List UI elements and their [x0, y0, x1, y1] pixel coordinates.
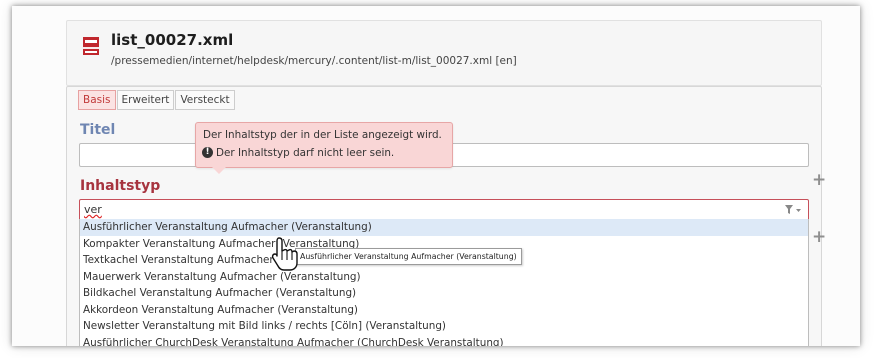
tab-versteckt[interactable]: Versteckt: [175, 90, 235, 110]
file-xml-icon: [83, 37, 99, 55]
inhaltstyp-select[interactable]: ver: [79, 199, 809, 221]
inhaltstyp-label: Inhaltstyp: [80, 178, 161, 194]
inhaltstyp-dropdown-list: Ausführlicher Veranstaltung Aufmacher (V…: [79, 219, 809, 346]
add-field-icon-2[interactable]: +: [812, 227, 826, 247]
option-hover-tooltip: Ausführlicher Veranstaltung Aufmacher (V…: [295, 248, 522, 265]
titel-label: Titel: [80, 122, 116, 138]
add-field-icon[interactable]: +: [812, 170, 826, 190]
tab-erweitert[interactable]: Erweitert: [116, 90, 175, 110]
validation-tooltip: Der Inhaltstyp der in der Liste angezeig…: [195, 122, 453, 174]
dropdown-option[interactable]: Newsletter Veranstaltung mit Bild links …: [80, 318, 808, 335]
help-text: Der Inhaltstyp der in der Liste angezeig…: [203, 129, 442, 141]
error-icon: !: [202, 147, 213, 158]
dropdown-option[interactable]: Mauerwerk Veranstaltung Aufmacher (Veran…: [80, 269, 808, 286]
file-header: list_00027.xml /pressemedien/internet/he…: [66, 20, 822, 86]
hand-pointer-icon: [271, 237, 298, 271]
file-path: /pressemedien/internet/helpdesk/mercury/…: [111, 55, 517, 67]
editor-window: list_00027.xml /pressemedien/internet/he…: [12, 6, 860, 346]
tab-bar: Basis Erweitert Versteckt: [78, 90, 236, 110]
inhaltstyp-search-value[interactable]: ver: [84, 203, 102, 216]
error-text: Der Inhaltstyp darf nicht leer sein.: [216, 147, 395, 159]
dropdown-option[interactable]: Akkordeon Veranstaltung Aufmacher (Veran…: [80, 302, 808, 319]
tab-basis[interactable]: Basis: [78, 90, 116, 110]
dropdown-option[interactable]: Ausführlicher Veranstaltung Aufmacher (V…: [80, 219, 808, 236]
filter-dropdown-icon[interactable]: [784, 204, 802, 216]
dropdown-option[interactable]: Bildkachel Veranstaltung Aufmacher (Vera…: [80, 285, 808, 302]
file-title: list_00027.xml: [111, 31, 234, 49]
dropdown-option[interactable]: Ausführlicher ChurchDesk Veranstaltung A…: [80, 335, 808, 347]
